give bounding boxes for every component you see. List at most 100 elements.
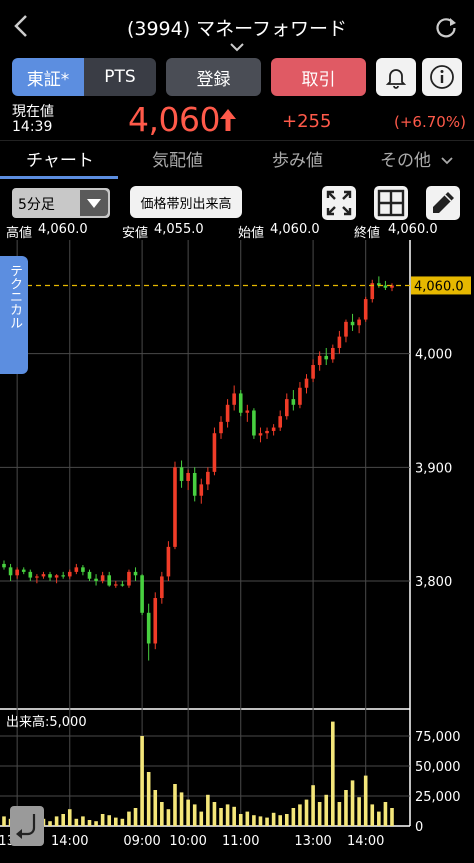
volume-bar [232,806,236,826]
volume-bar [100,814,105,826]
volume-bar [192,804,197,826]
info-button[interactable] [422,58,462,96]
candle-body [8,567,13,576]
volume-bar [271,812,276,826]
volume-bar [311,785,315,826]
alert-button[interactable] [376,58,416,96]
tab-other[interactable]: その他 [380,146,454,171]
chevron-down-icon[interactable] [228,38,246,52]
volume-bar [166,809,171,826]
volume-bar [219,808,223,826]
candle-body [206,471,210,485]
current-price: 4,060 [128,100,220,139]
high-value: 4,060.0 [38,222,88,237]
candle-body [363,299,368,320]
volume-bar [81,816,85,826]
volume-bar [344,790,348,826]
volume-bar [225,804,230,826]
layout-button[interactable] [374,186,408,220]
volume-bar [284,814,289,826]
time-tick-label: 11:00 [222,834,259,849]
candle-body [317,355,322,366]
volume-tick-label: 0 [415,820,423,835]
candle-body [265,430,269,434]
tab-chart[interactable]: チャート [26,146,94,171]
volume-bar [337,802,342,826]
volume-tick-label: 25,000 [415,790,461,805]
page-title[interactable]: (3994) マネーフォワード [0,14,474,41]
volume-bar [199,811,204,826]
candle-body [28,571,33,578]
volume-bar [186,799,190,826]
candle-body [311,365,315,379]
candle-body [67,571,72,577]
time-tick-label: 14:00 [51,834,88,849]
bell-icon [385,69,407,89]
volume-bar [113,817,118,826]
volume-bar [324,794,329,826]
refresh-icon [436,18,456,38]
candle-body [140,575,144,613]
low-value: 4,055.0 [154,222,204,237]
price-change: +255 [282,111,332,132]
candle-body [298,387,302,405]
candle-body [100,575,105,581]
tab-time-and-sales[interactable]: 歩み値 [272,146,323,171]
candle-body [173,467,177,547]
volume-bar [278,815,283,826]
volume-bar [61,814,65,826]
refresh-button[interactable] [433,14,459,40]
close-value: 4,060.0 [388,222,438,237]
register-button[interactable]: 登録 [166,58,261,96]
arrow-up-icon [218,107,238,133]
trade-button[interactable]: 取引 [271,58,366,96]
market-tosho-tab[interactable]: 東証* [12,58,84,96]
volume-bar [377,811,381,826]
current-price-label: 現在値 [12,104,54,120]
fullscreen-button[interactable] [322,186,356,220]
grid-icon [377,189,405,217]
volume-bar [383,802,388,826]
expand-icon [326,190,352,216]
candle-body [252,410,256,436]
candle-body [192,473,197,496]
candle-body [291,399,296,405]
market-pts-tab[interactable]: PTS [84,58,156,96]
active-tab-indicator [0,176,118,179]
volume-bar [238,814,243,826]
time-tick-label: 13:00 [294,834,331,849]
candle-body [284,399,289,417]
candle-body [41,574,46,577]
volume-bar [160,802,164,826]
candle-body [120,584,125,586]
price-tick-label: 3,900 [415,461,452,476]
volume-bar [94,821,98,826]
dropdown-caret-icon[interactable] [80,190,108,216]
price-change-percent: (+6.70%) [394,113,466,131]
volume-bar [179,792,184,826]
volume-profile-button[interactable]: 価格帯別出来高 [130,186,242,218]
volume-bar [317,802,322,826]
volume-tick-label: 75,000 [415,730,461,745]
volume-bar [350,780,355,826]
time-tick-label: 09:00 [123,834,160,849]
volume-bar [265,817,269,826]
volume-bar [107,815,112,826]
candle-body [87,571,92,579]
volume-bar [370,804,375,826]
volume-bar [212,802,217,826]
candle-body [160,576,164,599]
tab-quotes[interactable]: 気配値 [152,146,203,171]
price-tick-label: 4,000 [415,348,452,363]
scroll-back-button[interactable] [10,806,44,846]
candle-body [258,433,263,436]
draw-button[interactable] [426,186,460,220]
candle-body [350,321,355,326]
candle-body [127,571,131,586]
candle-body [48,574,52,578]
candle-body [94,578,98,581]
price-tick-label: 3,800 [415,575,452,590]
price-chart[interactable]: 4,000 3,900 3,800 75,000 50,000 25,000 0 13:00 1… [0,238,474,863]
candle-body [74,567,79,572]
candle-body [304,378,309,388]
